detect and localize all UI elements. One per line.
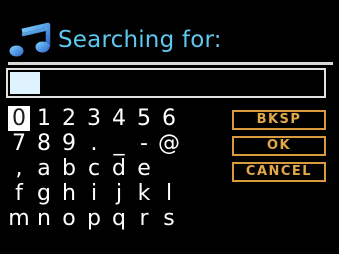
key[interactable]: e: [133, 156, 155, 181]
key[interactable]: m: [8, 206, 30, 231]
key[interactable]: q: [108, 206, 130, 231]
search-input[interactable]: [6, 68, 326, 98]
key[interactable]: 0: [8, 106, 30, 131]
key[interactable]: j: [108, 181, 130, 206]
key[interactable]: @: [158, 131, 180, 156]
key[interactable]: o: [58, 206, 80, 231]
key[interactable]: d: [108, 156, 130, 181]
key[interactable]: a: [33, 156, 55, 181]
key[interactable]: 5: [133, 106, 155, 131]
key[interactable]: c: [83, 156, 105, 181]
key[interactable]: 3: [83, 106, 105, 131]
key[interactable]: 9: [58, 131, 80, 156]
key[interactable]: -: [133, 131, 155, 156]
key[interactable]: 7: [8, 131, 30, 156]
key[interactable]: l: [158, 181, 180, 206]
action-buttons: BKSP OK CANCEL: [232, 110, 326, 188]
key[interactable]: s: [158, 206, 180, 231]
backspace-button[interactable]: BKSP: [232, 110, 326, 130]
keypad-row: 7 8 9 . _ - @: [8, 131, 218, 156]
page-title: Searching for:: [58, 27, 222, 53]
key[interactable]: _: [108, 131, 130, 156]
key[interactable]: b: [58, 156, 80, 181]
key[interactable]: h: [58, 181, 80, 206]
keypad-row: f g h i j k l: [8, 181, 218, 206]
key[interactable]: f: [8, 181, 30, 206]
key[interactable]: 1: [33, 106, 55, 131]
ok-button[interactable]: OK: [232, 136, 326, 156]
key[interactable]: p: [83, 206, 105, 231]
search-screen: Searching for: 0 1 2 3 4 5 6 7 8 9 . _ -…: [0, 0, 339, 254]
key[interactable]: n: [33, 206, 55, 231]
cancel-button[interactable]: CANCEL: [232, 162, 326, 182]
key[interactable]: 6: [158, 106, 180, 131]
key[interactable]: 4: [108, 106, 130, 131]
header: Searching for:: [8, 22, 222, 58]
character-keypad: 0 1 2 3 4 5 6 7 8 9 . _ - @ , a b c d e …: [8, 106, 218, 231]
key[interactable]: 2: [58, 106, 80, 131]
keypad-row: 0 1 2 3 4 5 6: [8, 106, 218, 131]
key[interactable]: i: [83, 181, 105, 206]
key[interactable]: r: [133, 206, 155, 231]
keypad-row: m n o p q r s: [8, 206, 218, 231]
key[interactable]: .: [83, 131, 105, 156]
music-note-icon: [9, 22, 51, 57]
key[interactable]: k: [133, 181, 155, 206]
key[interactable]: 8: [33, 131, 55, 156]
text-cursor: [10, 72, 40, 94]
key[interactable]: ,: [8, 156, 30, 181]
header-divider: [8, 62, 333, 65]
keypad-row: , a b c d e: [8, 156, 218, 181]
key[interactable]: g: [33, 181, 55, 206]
